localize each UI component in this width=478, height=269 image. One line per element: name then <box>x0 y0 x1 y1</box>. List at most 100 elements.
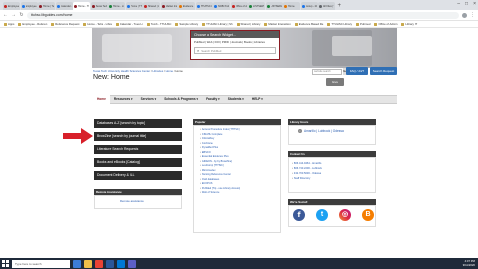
bookmark-label: Tomb - TTUHSC <box>150 22 172 26</box>
contact-link[interactable]: Staff Directory <box>292 176 322 181</box>
blogger-icon[interactable]: B <box>362 209 374 221</box>
bookmark-item[interactable]: Shared | Library <box>236 22 260 26</box>
hours-links[interactable]: i Amarillo | Lubbock | Odessa <box>298 129 344 133</box>
literature-search-button[interactable]: Literature Search Requests <box>94 145 182 154</box>
bookmark-item[interactable]: Tomb - TTUHSC <box>146 22 172 26</box>
browser-tab[interactable]: Home <box>283 2 300 10</box>
nav-schools-programs[interactable]: Schools & Programs ▾ <box>160 95 202 104</box>
tab-favicon-icon <box>301 4 305 8</box>
tab-favicon-icon <box>249 4 252 8</box>
windows-start-icon[interactable] <box>2 260 9 267</box>
faq-button[interactable]: FAQ / 24/7 <box>346 67 368 75</box>
nav-resources[interactable]: Resources ▾ <box>110 95 137 104</box>
nav-faculty[interactable]: Faculty ▾ <box>202 95 224 104</box>
browser-tab[interactable]: Market Interaction <box>160 2 178 10</box>
tab-favicon-icon <box>266 4 270 8</box>
bookmark-item[interactable]: TTUHSC Library | Sh <box>202 22 233 26</box>
browser-tab[interactable]: All Files | Wanderin <box>318 2 335 10</box>
maximize-button[interactable]: □ <box>465 1 468 7</box>
bookmark-item[interactable]: Sample Library <box>175 22 198 26</box>
tab-favicon-icon <box>161 4 165 8</box>
chrome-icon[interactable] <box>95 259 103 268</box>
browser-tab[interactable]: Home - Library <box>108 2 125 10</box>
books-ebooks-button[interactable]: Books and eBooks [Catalog] <box>94 158 182 167</box>
bookmark-icon <box>146 22 150 26</box>
browser-tab[interactable]: Home - TUHSC <box>73 2 90 10</box>
bookmark-item[interactable]: Calendar - Tues Li <box>115 22 143 26</box>
nav-home[interactable]: Home <box>93 95 110 104</box>
hours-locations-link[interactable]: Amarillo | Lubbock | Odessa <box>304 129 344 133</box>
tab-favicon-icon <box>179 4 182 8</box>
file-explorer-icon[interactable] <box>84 259 92 268</box>
tab-title: Group - 2018 Comp <box>305 4 317 8</box>
breadcrumb-item[interactable]: Texas Tech University Health Sciences Ce… <box>93 69 150 73</box>
taskbar-search-input[interactable]: Type here to search <box>12 259 70 268</box>
search-widget-input[interactable]: ⌕ Search PubMed <box>194 47 276 54</box>
tab-favicon-icon <box>126 4 130 8</box>
bookmark-item[interactable]: Library IT <box>401 22 417 26</box>
tab-favicon-icon <box>4 4 7 8</box>
bookmark-label: Home - Tebs - Libra <box>87 22 112 26</box>
browser-tab[interactable]: Home | TTUHSC <box>125 2 143 10</box>
tab-title: TTUHSC Library <box>200 4 212 8</box>
reload-icon[interactable]: ↻ <box>19 12 24 18</box>
remote-assistance-link[interactable]: Remote assistance <box>120 199 144 203</box>
close-window-button[interactable]: × <box>473 1 476 7</box>
teams-icon[interactable] <box>128 259 136 268</box>
profile-avatar[interactable] <box>462 12 467 18</box>
browzine-button[interactable]: BrowZine [search by journal title] <box>94 132 182 141</box>
popular-link[interactable]: Web of Science <box>200 191 240 196</box>
minimize-button[interactable]: – <box>457 1 460 7</box>
instagram-icon[interactable]: ◎ <box>339 209 351 221</box>
bookmark-item[interactable]: Apps <box>4 22 14 26</box>
nav-help[interactable]: HELP ▾ <box>248 95 267 104</box>
search-widget-tabs[interactable]: PubMed | Web | DOI | PMID | Journals | B… <box>191 38 279 46</box>
new-tab-button[interactable]: + <box>338 2 342 10</box>
forward-icon[interactable]: → <box>11 12 16 18</box>
bookmark-item[interactable]: Market Interaction <box>264 22 291 26</box>
search-request-button[interactable]: Search Request <box>370 67 397 75</box>
bookmark-item[interactable]: Home - Tebs - Libra <box>83 22 112 26</box>
browser-tab[interactable]: Group - 2018 Comp <box>300 2 318 10</box>
facebook-icon[interactable]: f <box>293 209 305 221</box>
system-clock[interactable]: 4:07 PM 9/11/2020 <box>463 259 475 267</box>
breadcrumb-item[interactable]: Libraries <box>153 69 164 73</box>
browser-tab[interactable]: Calendar - Tues Li <box>55 2 73 10</box>
browser-tab[interactable]: NCBI Pubmed <box>213 2 230 10</box>
browser-tab[interactable]: LISTSERV 16.0 <box>265 2 283 10</box>
back-icon[interactable]: ← <box>3 12 8 18</box>
popular-link[interactable]: Access Procedure Index [TTHSC] <box>200 128 240 133</box>
bookmark-icon <box>374 22 378 26</box>
url-input[interactable]: ttuhsc.libguides.com/home <box>27 11 459 19</box>
bookmark-item[interactable]: Office of Admin <box>374 22 397 26</box>
menu-icon[interactable]: ⋮ <box>470 12 475 18</box>
outlook-icon[interactable] <box>117 259 125 268</box>
browser-tab[interactable]: TTUHSC Library <box>195 2 213 10</box>
task-view-icon[interactable] <box>73 259 81 268</box>
browser-tab[interactable]: Shared | Library <box>143 2 160 10</box>
give-button[interactable]: Give <box>326 78 344 86</box>
bookmark-item[interactable]: Employee - Referen <box>18 22 47 26</box>
nav-students[interactable]: Students ▾ <box>224 95 248 104</box>
databases-az-button[interactable]: Databases A-Z [search by topic] <box>94 119 182 128</box>
bookmark-item[interactable]: Evidence Based Re <box>294 22 323 26</box>
site-search-input[interactable]: website search <box>312 69 342 75</box>
browser-tab[interactable]: Employee - Referen <box>20 2 38 10</box>
breadcrumb-item[interactable]: Home <box>166 69 173 73</box>
word-icon[interactable] <box>106 259 114 268</box>
page-title: New: Home <box>93 74 130 81</box>
bookmark-item[interactable]: Pubmed <box>356 22 370 26</box>
browser-tab[interactable]: Home | Tebs - Libra <box>38 2 55 10</box>
twitter-icon[interactable]: t <box>316 209 328 221</box>
browser-tab[interactable]: Office of Admin <box>230 2 248 10</box>
document-delivery-button[interactable]: Document Delivery & ILL <box>94 171 182 180</box>
browser-tab[interactable]: Employee <box>3 2 20 10</box>
bookmark-item[interactable]: TTUHSC Library <box>327 22 352 26</box>
nav-services[interactable]: Services ▾ <box>137 95 161 104</box>
bookmark-item[interactable]: Reference Request <box>51 22 79 26</box>
tab-title: Home | Tebs - Libra <box>43 4 54 8</box>
browser-tab[interactable]: LISTSERV 16.0 <box>248 2 265 10</box>
window-controls: – □ × <box>457 1 476 7</box>
browser-tab[interactable]: Evidence Based Re <box>178 2 195 10</box>
browser-tab[interactable]: Texas Tech Libra <box>90 2 108 10</box>
